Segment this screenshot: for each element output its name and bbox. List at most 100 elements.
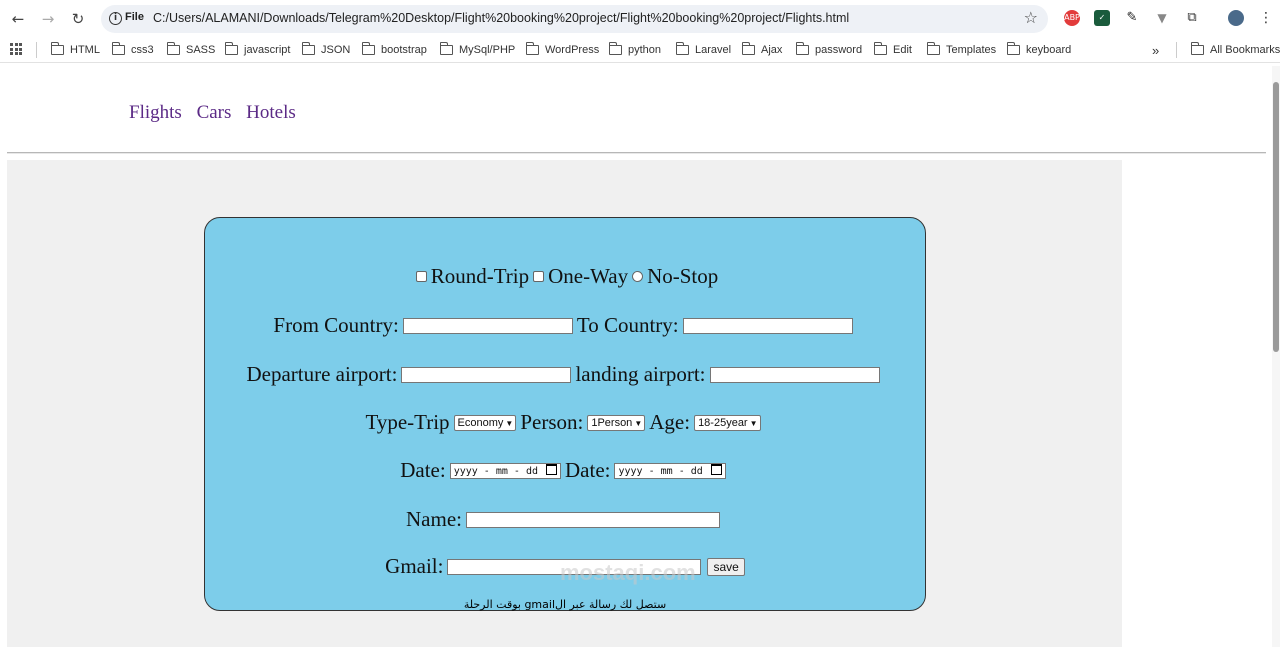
booking-form: Round-Trip One-Way No-Stop From Country:…	[204, 217, 926, 611]
extensions-puzzle-icon[interactable]: ⧉	[1184, 10, 1200, 26]
calendar-icon[interactable]	[710, 463, 722, 475]
bookmark-label: JSON	[321, 44, 351, 56]
watermark: mostaqi.com	[560, 560, 696, 585]
folder-icon	[795, 42, 809, 55]
date-label-1: Date:	[400, 458, 446, 482]
bookmark-templates[interactable]: Templates	[926, 42, 997, 58]
no-stop-label: No-Stop	[647, 264, 719, 288]
departure-airport-label: Departure airport:	[246, 362, 398, 386]
person-select[interactable]: 1Person ▼	[587, 414, 646, 431]
bookmark-label: Ajax	[761, 44, 783, 56]
bookmark-label: bootstrap	[381, 44, 427, 56]
folder-icon	[166, 42, 180, 55]
folder-icon	[224, 42, 238, 55]
bookmark-label: css3	[131, 44, 154, 56]
save-button[interactable]: save	[707, 557, 745, 576]
round-trip-label: Round-Trip	[430, 264, 530, 288]
type-trip-select[interactable]: Economy ▼	[453, 414, 517, 431]
all-bookmarks[interactable]: All Bookmarks	[1190, 42, 1280, 58]
age-select[interactable]: 18-25year ▼	[694, 414, 761, 431]
age-value: 18-25year	[698, 416, 748, 429]
landing-airport-label: landing airport:	[575, 362, 706, 386]
scrollbar-thumb[interactable]	[1273, 82, 1279, 352]
from-country-input[interactable]	[402, 317, 573, 334]
bookmark-label: HTML	[70, 44, 100, 56]
departure-airport-input[interactable]	[401, 366, 572, 383]
bookmark-edit[interactable]: Edit	[873, 42, 912, 58]
name-label: Name:	[406, 507, 462, 531]
bookmark-sass[interactable]: SASS	[166, 42, 216, 58]
landing-airport-input[interactable]	[709, 366, 880, 383]
one-way-label: One-Way	[548, 264, 629, 288]
folder-icon	[50, 42, 64, 55]
bookmark-html[interactable]: HTML	[50, 42, 100, 58]
bookmark-wordpress[interactable]: WordPress	[525, 42, 599, 58]
bookmark-keyboard[interactable]: keyboard	[1006, 42, 1072, 58]
person-value: 1Person	[591, 416, 633, 429]
notification-note: ستصل لك رسالة عبر الgmail بوقت الرحلة	[463, 598, 667, 611]
folder-icon	[439, 42, 453, 55]
folder-icon	[926, 42, 940, 55]
folder-icon	[1006, 42, 1020, 55]
nav-hotels[interactable]: Hotels	[246, 102, 296, 123]
nav-cars[interactable]: Cars	[197, 102, 232, 123]
extension-icon[interactable]: ✓	[1094, 10, 1110, 26]
chevron-down-icon: ▼	[505, 418, 514, 428]
to-country-input[interactable]	[682, 317, 853, 334]
date-input-1[interactable]: yyyy - mm - dd	[449, 462, 561, 479]
apps-grid-icon[interactable]	[10, 43, 22, 55]
browser-toolbar: ← → ↻ i File C:/Users/ALAMANI/Downloads/…	[0, 0, 1280, 38]
one-way-checkbox[interactable]	[533, 271, 545, 282]
back-icon[interactable]: ←	[8, 9, 28, 29]
bookmark-label: Templates	[946, 44, 997, 56]
bookmark-bootstrap[interactable]: bootstrap	[361, 42, 427, 58]
scrollbar[interactable]	[1272, 66, 1280, 647]
round-trip-checkbox[interactable]	[415, 271, 427, 282]
folder-icon	[525, 42, 539, 55]
date-label-2: Date:	[565, 458, 611, 482]
bookmark-python[interactable]: python	[608, 42, 662, 58]
to-country-label: To Country:	[576, 313, 679, 337]
bookmark-mysql-php[interactable]: MySql/PHP	[439, 42, 515, 58]
folder-icon	[301, 42, 315, 55]
folder-icon	[1190, 42, 1204, 55]
type-trip-label: Type-Trip	[365, 410, 450, 434]
trip-details-row: Type-Trip Economy ▼ Person: 1Person ▼ Age:…	[205, 410, 925, 435]
more-bookmarks-button[interactable]: »	[1152, 42, 1159, 58]
bookmark-label: python	[628, 44, 662, 56]
eyedropper-icon[interactable]: ✎	[1124, 10, 1140, 26]
folder-icon	[361, 42, 375, 55]
bookmark-password[interactable]: password	[795, 42, 862, 58]
menu-kebab-icon[interactable]: ⋮	[1258, 10, 1274, 26]
bookmark-label: Edit	[893, 44, 912, 56]
date-placeholder: yyyy - mm - dd	[618, 465, 703, 477]
bookmark-laravel[interactable]: Laravel	[675, 42, 731, 58]
date-input-2[interactable]: yyyy - mm - dd	[614, 462, 726, 479]
bookmark-label: keyboard	[1026, 44, 1072, 56]
adblock-icon[interactable]: ABP	[1064, 10, 1080, 26]
bookmarks-divider	[36, 42, 37, 58]
folder-icon	[608, 42, 622, 55]
vuetify-icon[interactable]: ▼	[1154, 10, 1170, 26]
url-text[interactable]: C:/Users/ALAMANI/Downloads/Telegram%20De…	[153, 11, 849, 25]
bookmark-label: SASS	[186, 44, 216, 56]
country-row: From Country: To Country:	[205, 313, 925, 338]
calendar-icon[interactable]	[546, 463, 557, 475]
nav-flights[interactable]: Flights	[129, 102, 182, 123]
bookmark-star-icon[interactable]: ☆	[1024, 8, 1038, 27]
gmail-label: Gmail:	[385, 554, 444, 578]
file-chip: File	[125, 11, 144, 23]
info-icon[interactable]: i	[109, 12, 122, 25]
address-bar[interactable]: i File C:/Users/ALAMANI/Downloads/Telegr…	[101, 5, 1048, 33]
name-input[interactable]	[465, 511, 720, 528]
bookmark-javascript[interactable]: javascript	[224, 42, 290, 58]
from-country-label: From Country:	[273, 313, 399, 337]
bookmark-css3[interactable]: css3	[111, 42, 154, 58]
avatar[interactable]	[1228, 10, 1244, 26]
chevron-down-icon: ▼	[749, 418, 758, 428]
no-stop-radio[interactable]	[632, 271, 644, 282]
bookmark-ajax[interactable]: Ajax	[741, 42, 783, 58]
reload-icon[interactable]: ↻	[68, 9, 88, 29]
bookmark-json[interactable]: JSON	[301, 42, 351, 58]
forward-icon[interactable]: →	[38, 9, 58, 29]
